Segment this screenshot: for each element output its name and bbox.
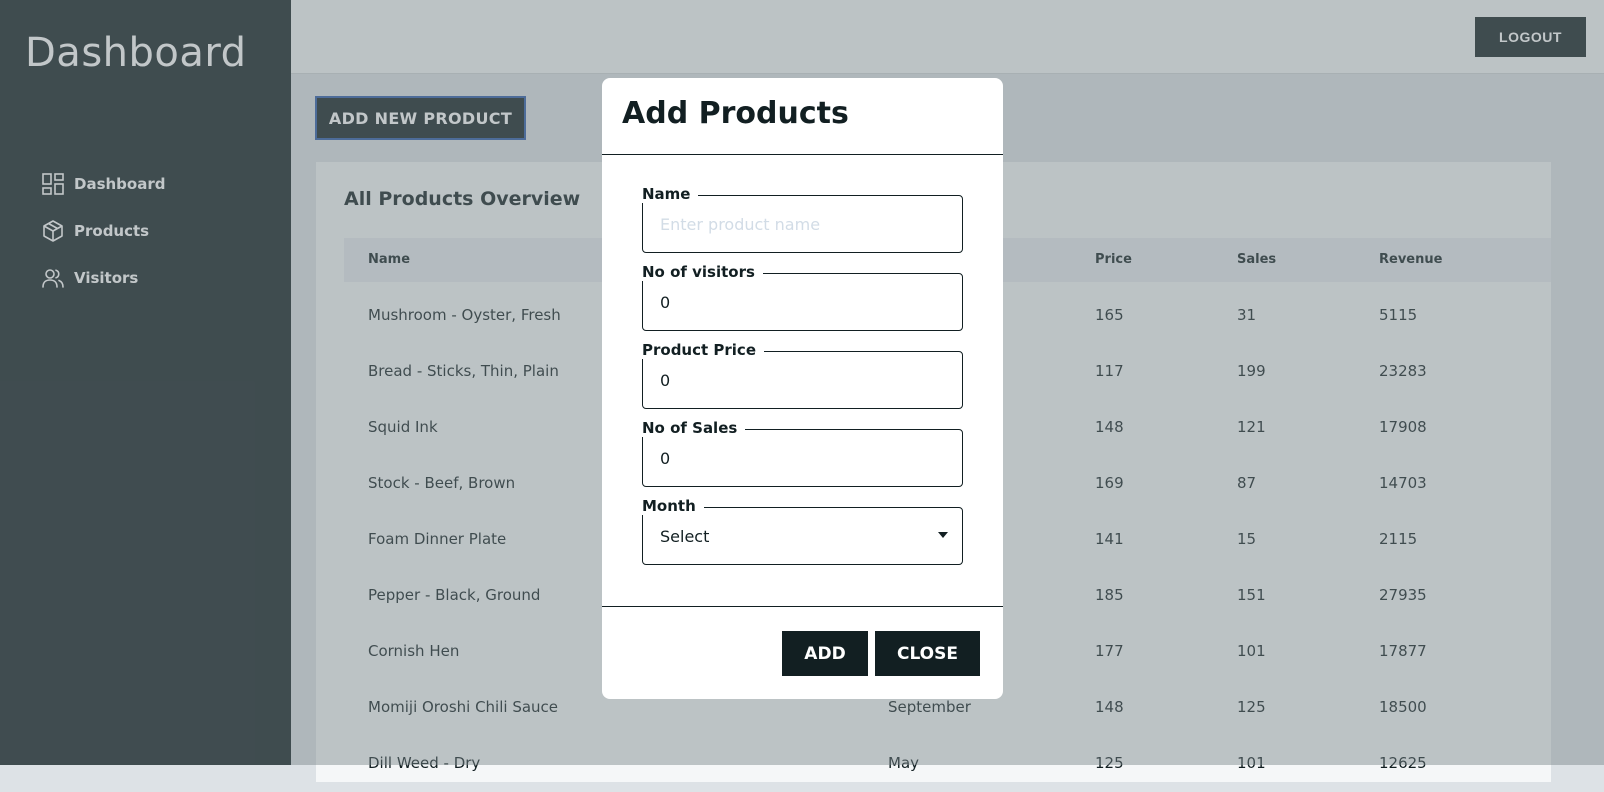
divider xyxy=(602,154,1003,155)
field-label: Product Price xyxy=(642,341,764,359)
divider xyxy=(602,606,1003,607)
name-field[interactable]: Name Enter product name xyxy=(642,185,963,253)
sales-field[interactable]: No of Sales 0 xyxy=(642,419,963,487)
price-field[interactable]: Product Price 0 xyxy=(642,341,963,409)
visitors-input-value: 0 xyxy=(660,293,671,312)
field-label: Month xyxy=(642,497,704,515)
field-label: Name xyxy=(642,185,699,203)
add-button[interactable]: ADD xyxy=(782,631,868,676)
field-label: No of visitors xyxy=(642,263,763,281)
add-products-modal: Add Products Name Enter product name No … xyxy=(602,78,1003,699)
field-label: No of Sales xyxy=(642,419,746,437)
month-select-value: Select xyxy=(660,527,710,546)
name-input-placeholder: Enter product name xyxy=(660,215,821,234)
sales-input-value: 0 xyxy=(660,449,671,468)
modal-title: Add Products xyxy=(622,96,849,131)
price-input-value: 0 xyxy=(660,371,671,390)
caret-down-icon xyxy=(938,532,948,538)
month-select[interactable]: Month Select xyxy=(642,497,963,565)
visitors-field[interactable]: No of visitors 0 xyxy=(642,263,963,331)
close-button[interactable]: CLOSE xyxy=(875,631,980,676)
